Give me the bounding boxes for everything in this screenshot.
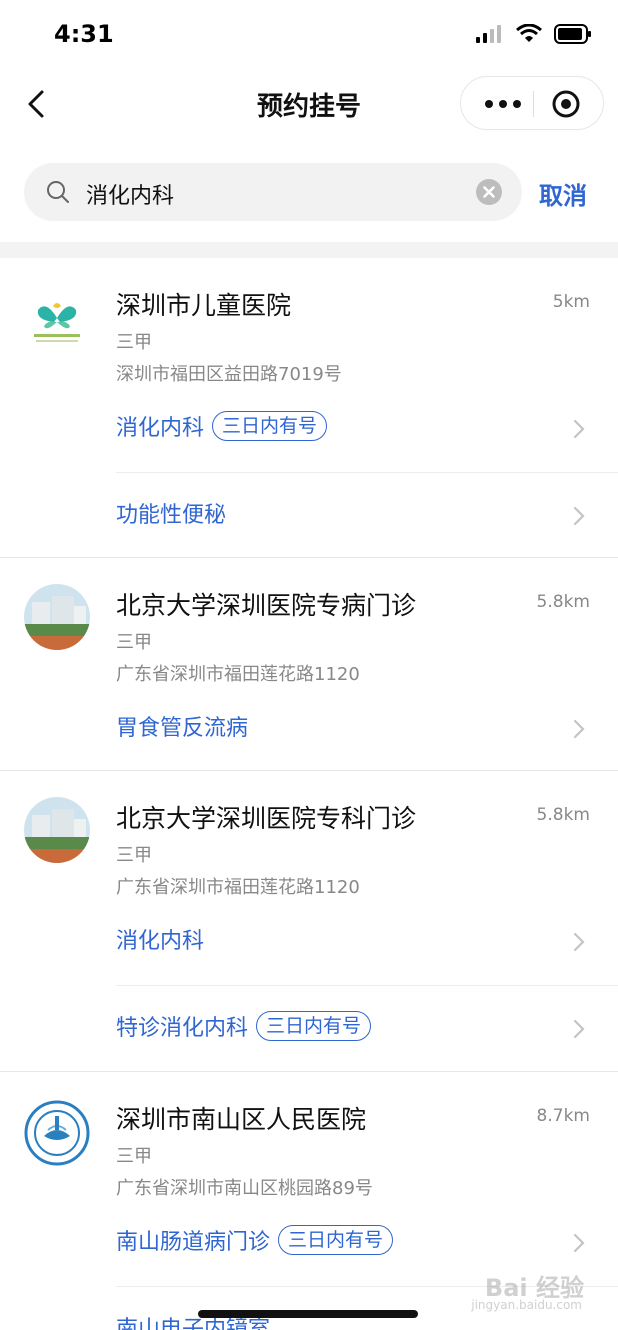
section-divider <box>0 242 618 258</box>
status-icons <box>476 24 592 44</box>
butterfly-logo-icon <box>24 288 90 354</box>
capsule-divider <box>533 91 534 117</box>
signal-icon <box>476 25 501 43</box>
hospital-name[interactable]: 深圳市南山区人民医院 <box>116 1100 366 1136</box>
hospital-card: 北京大学深圳医院专病门诊 5.8km 三甲 广东省深圳市福田莲花路1120 胃食… <box>0 558 618 771</box>
chevron-right-icon <box>573 719 585 739</box>
hospital-distance: 5.8km <box>536 592 590 612</box>
clear-icon[interactable] <box>476 179 502 205</box>
mini-program-capsule <box>460 76 604 130</box>
search-box[interactable]: 消化内科 <box>24 163 522 221</box>
department-item[interactable]: 消化内科 三日内有号 <box>116 386 618 472</box>
chevron-right-icon <box>573 506 585 526</box>
department-label: 消化内科 <box>116 416 205 441</box>
hospital-name[interactable]: 深圳市儿童医院 <box>116 286 291 322</box>
hospital-list: 深圳市儿童医院 5km 三甲 深圳市福田区益田路7019号 消化内科 三日内有号 … <box>0 258 618 1330</box>
hospital-name[interactable]: 北京大学深圳医院专病门诊 <box>116 586 416 622</box>
hospital-distance: 5km <box>552 292 590 312</box>
chevron-right-icon <box>573 932 585 952</box>
availability-badge: 三日内有号 <box>278 1225 394 1255</box>
wifi-icon <box>516 24 542 42</box>
home-indicator <box>198 1310 418 1318</box>
search-input[interactable]: 消化内科 <box>86 178 174 210</box>
chevron-right-icon <box>573 1233 585 1253</box>
department-label: 特诊消化内科 <box>116 1016 249 1041</box>
department-item[interactable]: 胃食管反流病 <box>116 686 618 772</box>
battery-icon <box>554 24 591 44</box>
availability-badge: 三日内有号 <box>256 1011 372 1041</box>
hospital-building-photo-icon <box>24 584 90 650</box>
hospital-level: 三甲 <box>116 632 152 653</box>
cancel-button[interactable]: 取消 <box>539 176 587 211</box>
chevron-right-icon <box>573 419 585 439</box>
hospital-distance: 5.8km <box>536 805 590 825</box>
status-time: 4:31 <box>54 20 114 48</box>
close-target-icon[interactable] <box>551 89 581 119</box>
hospital-address: 广东省深圳市福田莲花路1120 <box>116 877 360 898</box>
search-icon <box>47 181 69 203</box>
department-label: 消化内科 <box>116 929 205 954</box>
department-label: 胃食管反流病 <box>116 716 249 741</box>
hospital-level: 三甲 <box>116 332 152 353</box>
availability-badge: 三日内有号 <box>212 411 328 441</box>
hospital-address: 广东省深圳市福田莲花路1120 <box>116 664 360 685</box>
watermark-url: jingyan.baidu.com <box>471 1298 582 1312</box>
nav-bar: 预约挂号 <box>0 72 618 136</box>
department-item[interactable]: 消化内科 <box>116 899 618 985</box>
hospital-distance: 8.7km <box>536 1106 590 1126</box>
hospital-card: 北京大学深圳医院专科门诊 5.8km 三甲 广东省深圳市福田莲花路1120 消化… <box>0 771 618 1072</box>
hospital-building-photo-icon <box>24 797 90 863</box>
department-item[interactable]: 功能性便秘 <box>116 472 618 558</box>
department-item[interactable]: 特诊消化内科 三日内有号 <box>116 985 618 1071</box>
nanshan-hospital-emblem-icon <box>24 1100 90 1166</box>
department-label: 南山肠道病门诊 <box>116 1230 271 1255</box>
more-icon[interactable] <box>481 77 525 131</box>
hospital-address: 广东省深圳市南山区桃园路89号 <box>116 1178 373 1199</box>
hospital-level: 三甲 <box>116 845 152 866</box>
hospital-address: 深圳市福田区益田路7019号 <box>116 364 342 385</box>
hospital-level: 三甲 <box>116 1146 152 1167</box>
chevron-right-icon <box>573 1019 585 1039</box>
status-bar: 4:31 <box>0 0 618 70</box>
department-label: 功能性便秘 <box>116 503 227 528</box>
hospital-name[interactable]: 北京大学深圳医院专科门诊 <box>116 799 416 835</box>
hospital-card: 深圳市儿童医院 5km 三甲 深圳市福田区益田路7019号 消化内科 三日内有号 … <box>0 258 618 558</box>
